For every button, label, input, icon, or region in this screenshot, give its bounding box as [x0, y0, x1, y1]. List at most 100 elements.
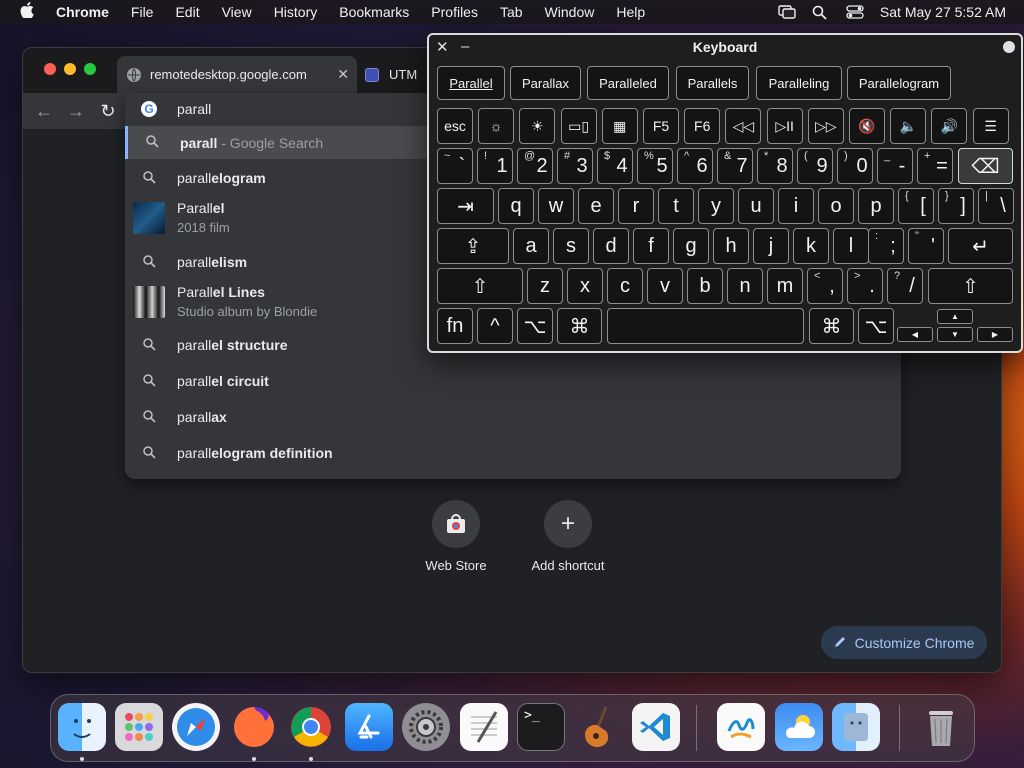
prediction-key[interactable]: Paralleling	[756, 66, 842, 100]
apple-menu-icon[interactable]	[16, 2, 38, 22]
return-key[interactable]: ↵	[948, 228, 1013, 264]
prediction-key[interactable]: Parallels	[676, 66, 749, 100]
suggestion-item[interactable]: parallel circuit	[125, 365, 901, 397]
suggestion-item[interactable]: parallelogram definition	[125, 437, 901, 469]
arrow-left-key[interactable]: ◀	[897, 327, 933, 342]
control-center-icon[interactable]	[846, 5, 864, 19]
right-command-key[interactable]: ⌘	[809, 308, 854, 344]
number-key[interactable]: (9	[797, 148, 833, 184]
menu-app-name[interactable]: Chrome	[56, 4, 109, 20]
letter-key[interactable]: r	[618, 188, 654, 224]
left-command-key[interactable]: ⌘	[557, 308, 602, 344]
function-key[interactable]: ◁◁	[725, 108, 762, 144]
textedit-icon[interactable]	[460, 703, 508, 751]
number-key[interactable]: % 5	[637, 148, 673, 184]
letter-key[interactable]: g	[673, 228, 709, 264]
left-shift-key[interactable]: ⇧	[437, 268, 523, 304]
letter-key[interactable]: h	[713, 228, 749, 264]
letter-key[interactable]: x	[567, 268, 603, 304]
terminal-icon[interactable]: >_	[517, 703, 565, 751]
symbol-key[interactable]: >.	[847, 268, 883, 304]
number-key[interactable]: & 7	[717, 148, 753, 184]
number-key[interactable]: ^ 6	[677, 148, 713, 184]
letter-key[interactable]: e	[578, 188, 614, 224]
letter-key[interactable]: f	[633, 228, 669, 264]
minimize-window-button[interactable]	[64, 63, 76, 75]
letter-key[interactable]: m	[767, 268, 803, 304]
spotlight-search-icon[interactable]	[812, 5, 828, 20]
customize-chrome-button[interactable]: Customize Chrome	[821, 626, 987, 659]
menu-history[interactable]: History	[274, 4, 318, 20]
delete-key[interactable]: ⌫	[958, 148, 1013, 184]
close-window-button[interactable]	[44, 63, 56, 75]
letter-key[interactable]: u	[738, 188, 774, 224]
finder-icon[interactable]	[58, 703, 106, 751]
tab-utm[interactable]: UTM	[365, 56, 417, 93]
function-key[interactable]: 🔇	[849, 108, 885, 144]
left-option-key[interactable]: ⌥	[517, 308, 553, 344]
function-key[interactable]: esc	[437, 108, 473, 144]
prediction-key[interactable]: Parallax	[510, 66, 581, 100]
space-bar[interactable]	[607, 308, 804, 344]
number-key[interactable]: ! 1	[477, 148, 513, 184]
arrow-right-key[interactable]: ▶	[977, 327, 1013, 342]
shortcut-web-store[interactable]: Web Store	[406, 500, 506, 573]
menu-tab[interactable]: Tab	[500, 4, 523, 20]
prediction-key[interactable]: Paralleled	[587, 66, 669, 100]
symbol-key[interactable]: :;	[868, 228, 904, 264]
tab-remotedesktop[interactable]: remotedesktop.google.com ✕	[117, 56, 357, 93]
letter-key[interactable]: o	[818, 188, 854, 224]
symbol-key[interactable]: {[	[898, 188, 934, 224]
chrome-icon[interactable]	[287, 703, 335, 751]
function-key[interactable]: ▦	[601, 108, 638, 144]
menu-view[interactable]: View	[222, 4, 252, 20]
firefox-icon[interactable]	[230, 703, 278, 751]
symbol-key[interactable]: | \	[978, 188, 1014, 224]
caps-lock-key[interactable]: ⇪	[437, 228, 509, 264]
launchpad-icon[interactable]	[115, 703, 163, 751]
letter-key[interactable]: y	[698, 188, 734, 224]
menu-profiles[interactable]: Profiles	[431, 4, 478, 20]
migration-assistant-icon[interactable]	[832, 703, 880, 751]
menu-clock[interactable]: Sat May 27 5:52 AM	[880, 4, 1006, 20]
arrow-down-key[interactable]: ▼	[937, 327, 973, 342]
function-key[interactable]: ☰	[972, 108, 1009, 144]
letter-key[interactable]: v	[647, 268, 683, 304]
function-key[interactable]: ▭▯	[560, 108, 597, 144]
control-key[interactable]: ^	[477, 308, 513, 344]
menu-file[interactable]: File	[131, 4, 154, 20]
function-key[interactable]: ☼	[478, 108, 515, 144]
back-arrow-icon[interactable]: ←	[32, 99, 56, 123]
number-key[interactable]: + =	[917, 148, 953, 184]
garageband-icon[interactable]	[575, 703, 623, 751]
keyboard-options-icon[interactable]	[1003, 41, 1015, 53]
symbol-key[interactable]: " '	[908, 228, 944, 264]
screen-mirroring-icon[interactable]	[778, 5, 796, 19]
function-key[interactable]: ▷II	[766, 108, 803, 144]
freeform-icon[interactable]	[717, 703, 765, 751]
right-shift-key[interactable]: ⇧	[928, 268, 1013, 304]
symbol-key[interactable]: }]	[938, 188, 974, 224]
symbol-key[interactable]: <,	[807, 268, 843, 304]
menu-edit[interactable]: Edit	[175, 4, 199, 20]
number-key[interactable]: * 8	[757, 148, 793, 184]
right-option-key[interactable]: ⌥	[858, 308, 894, 344]
letter-key[interactable]: i	[778, 188, 814, 224]
safari-icon[interactable]	[172, 703, 220, 751]
function-key[interactable]: 🔈	[890, 108, 927, 144]
vscode-icon[interactable]	[632, 703, 680, 751]
suggestion-item[interactable]: parallax	[125, 401, 901, 433]
menu-help[interactable]: Help	[616, 4, 645, 20]
weather-icon[interactable]	[775, 703, 823, 751]
system-settings-icon[interactable]	[402, 703, 450, 751]
forward-arrow-icon[interactable]: →	[64, 99, 88, 123]
letter-key[interactable]: z	[527, 268, 563, 304]
function-key[interactable]: F6	[684, 108, 721, 144]
tab-close-icon[interactable]: ✕	[337, 66, 349, 83]
prediction-key[interactable]: Parallelogram	[847, 66, 951, 100]
letter-key[interactable]: w	[538, 188, 574, 224]
letter-key[interactable]: a	[513, 228, 549, 264]
number-key[interactable]: ~ `	[437, 148, 473, 184]
letter-key[interactable]: b	[687, 268, 723, 304]
letter-key[interactable]: n	[727, 268, 763, 304]
